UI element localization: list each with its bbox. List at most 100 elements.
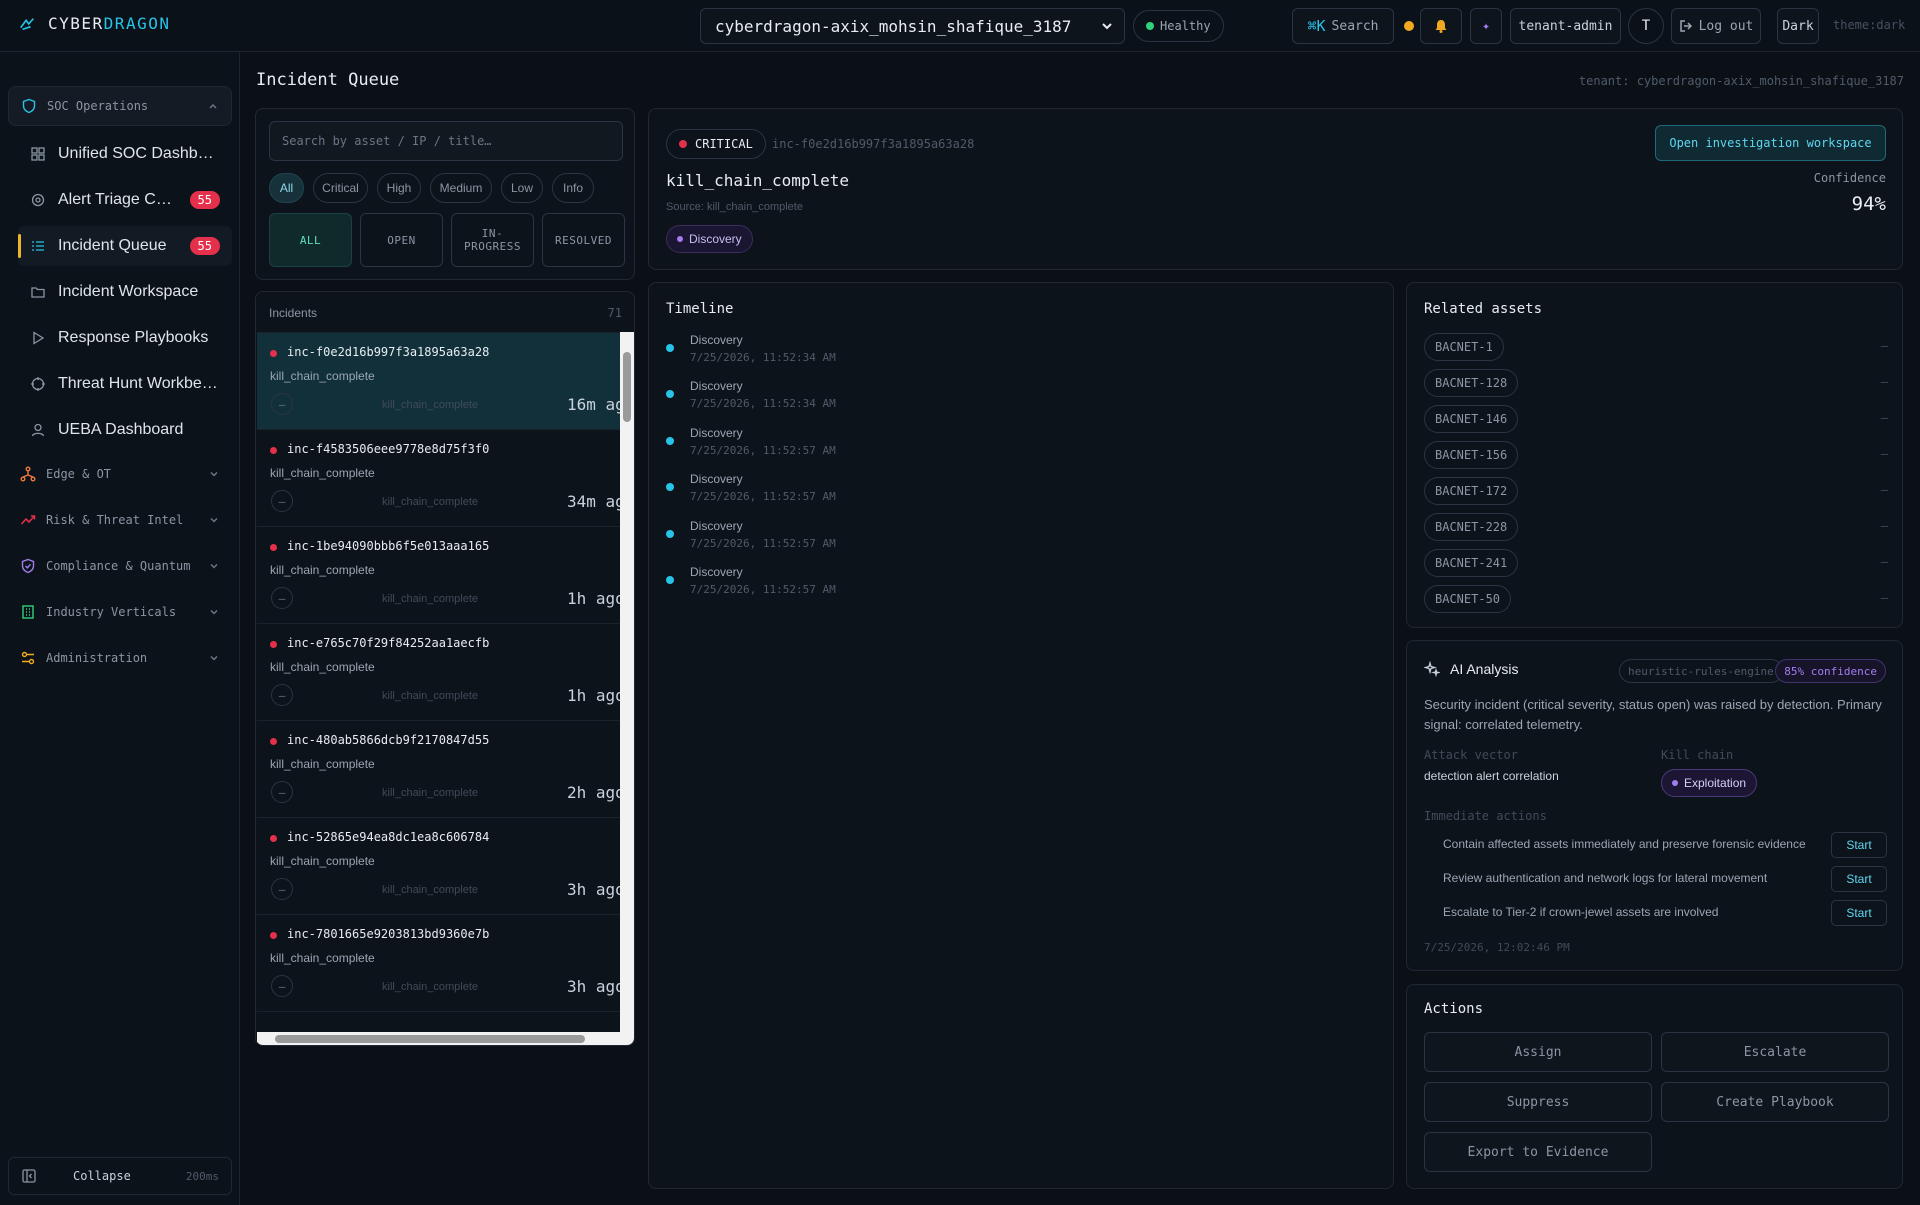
sidebar-item-incident-queue[interactable]: Incident Queue 55 (18, 226, 232, 266)
incident-row[interactable]: inc-f4583506eee9778e8d75f3f0 kill_chain_… (257, 429, 620, 526)
sidebar-group-soc-operations[interactable]: SOC Operations (8, 86, 232, 126)
asset-pill[interactable]: BACNET-1 (1424, 333, 1504, 361)
asset-pill[interactable]: BACNET-146 (1424, 405, 1519, 433)
sidebar-group-label: Administration (46, 651, 148, 665)
asset-pill[interactable]: BACNET-228 (1424, 513, 1519, 541)
sidebar-item-response-playbooks[interactable]: Response Playbooks (18, 318, 232, 358)
immediate-action: Escalate to Tier-2 if crown-jewel assets… (1443, 900, 1887, 926)
severity-filter-high[interactable]: High (377, 173, 421, 203)
trend-icon (20, 515, 36, 525)
asset-row: BACNET-1 — (1424, 333, 1888, 361)
sidebar-group-label: Edge & OT (46, 467, 112, 481)
timeline-event-label: Discovery (690, 565, 743, 579)
incident-row[interactable]: inc-7801665e9203813bd9360e7b kill_chain_… (257, 914, 620, 1011)
export-to-evidence-button[interactable]: Export to Evidence (1424, 1132, 1652, 1172)
open-investigation-workspace-button[interactable]: Open investigation workspace (1655, 125, 1886, 161)
actions-panel: Actions Assign Escalate Suppress Create … (1406, 984, 1903, 1189)
sidebar-item-ueba-dashboard[interactable]: UEBA Dashboard (18, 410, 232, 450)
asset-row: BACNET-241 — (1424, 549, 1888, 577)
status-filter-resolved[interactable]: RESOLVED (542, 213, 625, 267)
list-icon (32, 241, 44, 251)
incident-row[interactable]: inc-e765c70f29f84252aa1aecfb kill_chain_… (257, 623, 620, 720)
asset-pill[interactable]: BACNET-50 (1424, 585, 1512, 613)
sidebar-group-administration[interactable]: Administration (8, 638, 232, 678)
timeline-event-time: 7/25/2026, 11:52:57 AM (690, 490, 836, 503)
status-filter-all[interactable]: ALL (269, 213, 352, 267)
kill-chain-dot-icon (1672, 780, 1678, 786)
severity-filter-all[interactable]: All (269, 173, 304, 203)
severity-filter-critical[interactable]: Critical (313, 173, 368, 203)
sidebar-group-compliance-quantum[interactable]: Compliance & Quantum (8, 546, 232, 586)
status-filter-in-progress[interactable]: IN- PROGRESS (451, 213, 534, 267)
building-icon (22, 605, 34, 619)
sidebar-group-edge-ot[interactable]: Edge & OT (8, 454, 232, 494)
timeline-event-time: 7/25/2026, 11:52:57 AM (690, 444, 836, 457)
incident-source: kill_chain_complete (382, 496, 478, 508)
severity-filter-info[interactable]: Info (552, 173, 594, 203)
brand-name: CYBERDRAGON (48, 14, 171, 33)
sidebar-group-risk-threat-intel[interactable]: Risk & Threat Intel (8, 500, 232, 540)
logout-button[interactable]: Log out (1671, 8, 1761, 44)
incident-row[interactable]: inc-f0e2d16b997f3a1895a63a28 kill_chain_… (257, 332, 620, 429)
sidebar-item-alert-triage[interactable]: Alert Triage Ce… 55 (18, 180, 232, 220)
incident-row[interactable]: inc-7c4a0c6321555325bab6fa23 (257, 1011, 620, 1022)
severity-dot-icon (270, 544, 277, 551)
notifications-button[interactable] (1420, 8, 1462, 44)
tenant-select[interactable]: cyberdragon-axix_mohsin_shafique_3187 (700, 8, 1125, 44)
escalate-button[interactable]: Escalate (1661, 1032, 1889, 1072)
incident-title: kill_chain_complete (270, 660, 375, 674)
asset-pill[interactable]: BACNET-156 (1424, 441, 1519, 469)
incident-title: kill_chain_complete (270, 563, 375, 577)
start-action-button[interactable]: Start (1831, 832, 1887, 858)
dashboard-icon (31, 147, 45, 161)
sidebar-group-industry-verticals[interactable]: Industry Verticals (8, 592, 232, 632)
search-shortcut: ⌘K (1307, 17, 1326, 35)
sidebar-item-threat-hunt[interactable]: Threat Hunt Workbe… (18, 364, 232, 404)
severity-filter-low[interactable]: Low (501, 173, 543, 203)
incident-row[interactable]: inc-480ab5866dcb9f2170847d55 kill_chain_… (257, 720, 620, 817)
attack-vector-label: Attack vector (1424, 748, 1518, 762)
asset-detail: — (1880, 519, 1888, 533)
ai-analysis-title: AI Analysis (1450, 661, 1519, 677)
alert-count-badge: 55 (189, 191, 220, 209)
severity-filter-medium[interactable]: Medium (430, 173, 492, 203)
avatar[interactable]: T (1628, 8, 1664, 44)
status-filter-open[interactable]: OPEN (360, 213, 443, 267)
ai-assistant-button[interactable]: ✦ (1470, 8, 1502, 44)
start-action-button[interactable]: Start (1831, 866, 1887, 892)
scrollbar-thumb[interactable] (623, 352, 631, 422)
collapse-sidebar-button[interactable]: Collapse 200ms (8, 1157, 232, 1195)
incident-list-vertical-scrollbar[interactable] (620, 332, 634, 1032)
incident-list-horizontal-scrollbar[interactable] (257, 1032, 634, 1045)
attack-vector-value: detection alert correlation (1424, 769, 1559, 783)
brand[interactable]: CYBERDRAGON (18, 14, 170, 33)
asset-pill[interactable]: BACNET-172 (1424, 477, 1519, 505)
incident-row[interactable]: inc-1be94090bbb6f5e013aaa165 kill_chain_… (257, 526, 620, 623)
assign-button[interactable]: Assign (1424, 1032, 1652, 1072)
ai-analysis-timestamp: 7/25/2026, 12:02:46 PM (1424, 941, 1570, 954)
user-name: tenant-admin (1518, 18, 1613, 34)
suppress-button[interactable]: Suppress (1424, 1082, 1652, 1122)
asset-pill[interactable]: BACNET-128 (1424, 369, 1519, 397)
severity-dot-icon (270, 350, 277, 357)
sidebar-item-incident-workspace[interactable]: Incident Workspace (18, 272, 232, 312)
immediate-actions-label: Immediate actions (1424, 809, 1547, 823)
search-button[interactable]: ⌘K Search (1292, 8, 1394, 44)
page-title: Incident Queue (256, 70, 400, 90)
incident-row[interactable]: inc-52865e94ea8dc1ea8c606784 kill_chain_… (257, 817, 620, 914)
create-playbook-button[interactable]: Create Playbook (1661, 1082, 1889, 1122)
asset-pill[interactable]: BACNET-241 (1424, 549, 1519, 577)
immediate-action-text: Review authentication and network logs f… (1443, 871, 1768, 885)
timeline-event-time: 7/25/2026, 11:52:57 AM (690, 537, 836, 550)
scrollbar-thumb[interactable] (275, 1035, 585, 1043)
sidebar-item-unified-soc-dashboard[interactable]: Unified SOC Dashbo… (18, 134, 232, 174)
start-action-button[interactable]: Start (1831, 900, 1887, 926)
bell-icon (1435, 20, 1447, 33)
collapse-label: Collapse (73, 1169, 131, 1183)
theme-toggle-button[interactable]: Dark (1777, 8, 1819, 44)
incident-search-input[interactable]: Search by asset / IP / title… (269, 121, 623, 161)
folder-icon (31, 287, 45, 298)
assignee-placeholder-icon: – (271, 878, 293, 900)
health-label: Healthy (1160, 19, 1211, 33)
user-menu-button[interactable]: tenant-admin (1510, 8, 1621, 44)
